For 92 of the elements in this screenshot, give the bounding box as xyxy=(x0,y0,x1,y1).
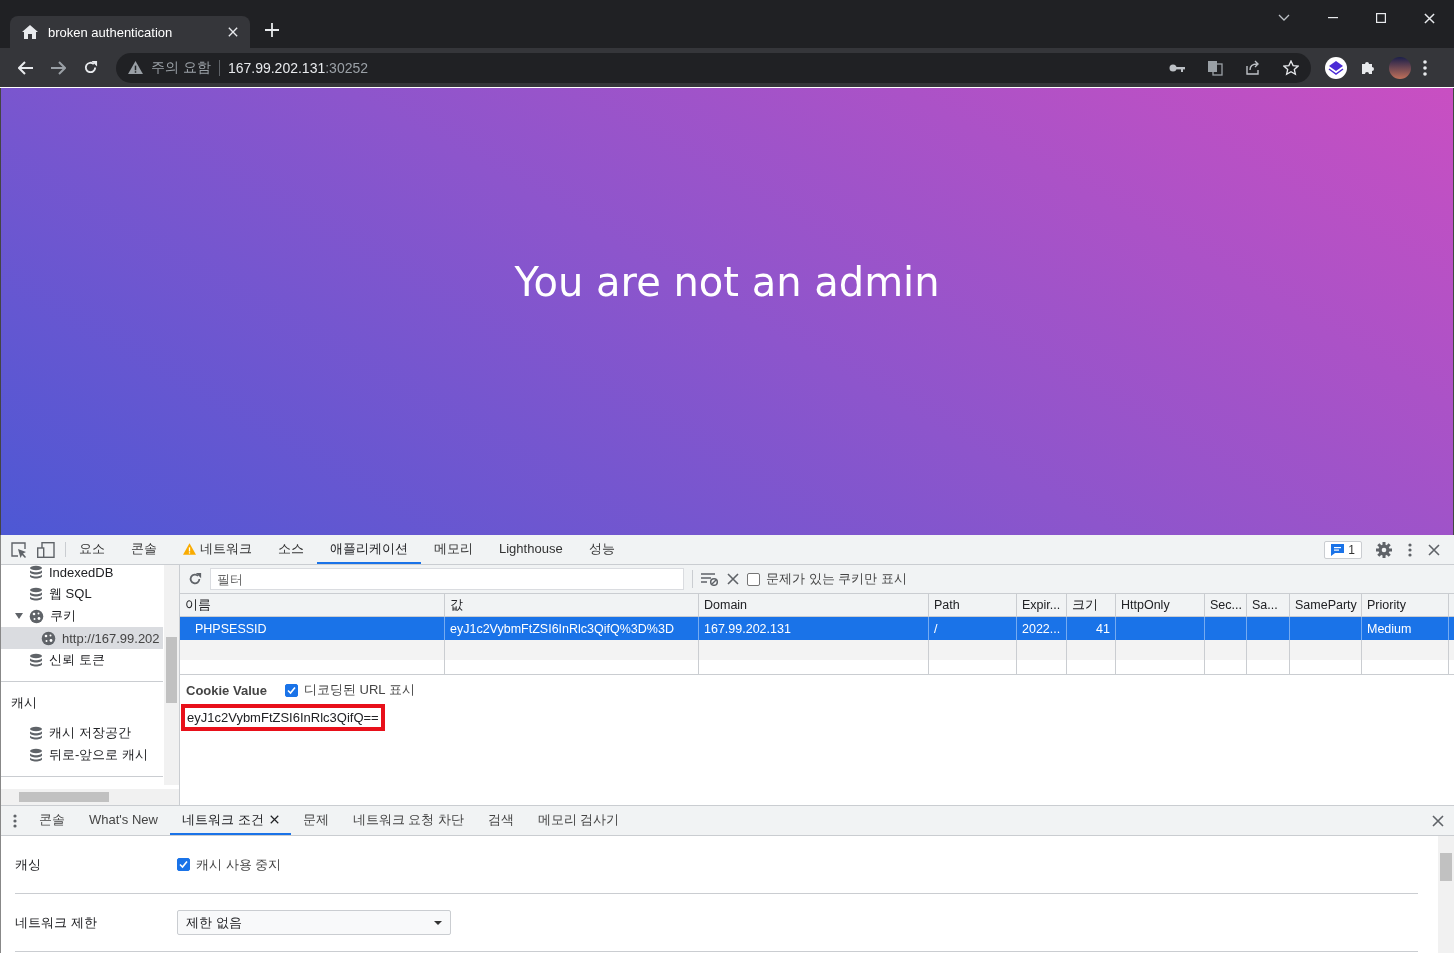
drawer-tab[interactable]: 메모리 검사기 xyxy=(525,806,632,835)
checkbox-label: 문제가 있는 쿠키만 표시 xyxy=(766,570,907,588)
database-icon xyxy=(29,653,43,667)
column-header[interactable]: Priority xyxy=(1362,594,1449,616)
caret-icon[interactable] xyxy=(15,613,23,619)
sidebar-item[interactable]: 뒤로-앞으로 캐시 xyxy=(1,744,163,766)
database-icon xyxy=(29,748,43,762)
browser-tab[interactable]: broken authentication xyxy=(10,16,250,48)
column-header[interactable]: Domain xyxy=(699,594,929,616)
translate-icon[interactable] xyxy=(1207,59,1223,76)
settings-icon[interactable] xyxy=(1376,541,1392,558)
more-icon[interactable] xyxy=(13,813,17,828)
key-icon[interactable] xyxy=(1169,62,1185,73)
drawer-tab[interactable]: 콘솔 xyxy=(27,806,77,835)
devtools-tab[interactable]: Lighthouse xyxy=(486,535,576,564)
column-header[interactable]: Path xyxy=(929,594,1017,616)
warning-icon[interactable] xyxy=(128,61,143,74)
checkbox-label: 디코딩된 URL 표시 xyxy=(303,681,415,699)
setting-label: 캐싱 xyxy=(15,855,42,874)
cookie-value: eyJ1c2VybmFtZSI6InRlc3QifQ== xyxy=(181,704,385,731)
column-header[interactable]: 크기 xyxy=(1067,594,1116,616)
share-icon[interactable] xyxy=(1245,60,1261,75)
devtools-tab[interactable]: 메모리 xyxy=(421,535,486,564)
checkbox[interactable] xyxy=(177,858,190,871)
panel-title: Cookie Value xyxy=(186,682,267,698)
column-header[interactable]: HttpOnly xyxy=(1116,594,1205,616)
extension-icon[interactable] xyxy=(1325,56,1347,79)
drawer-tab[interactable]: 문제 xyxy=(290,806,341,835)
page-heading: You are not an admin xyxy=(514,258,940,305)
message-icon xyxy=(1331,543,1345,556)
column-header[interactable]: SameParty xyxy=(1290,594,1362,616)
scrollbar[interactable] xyxy=(164,565,179,785)
home-icon xyxy=(22,25,38,39)
reload-icon[interactable] xyxy=(188,572,202,586)
more-icon[interactable] xyxy=(1423,59,1427,76)
table-row[interactable]: PHPSESSID eyJ1c2VybmFtZSI6InRlc3QifQ%3D%3D 167.99.202.131 / 2022... 41 Medium xyxy=(180,617,1454,640)
checkbox[interactable] xyxy=(284,683,298,697)
throttling-dropdown[interactable]: 제한 없음 xyxy=(177,910,451,935)
column-header[interactable]: Expir... xyxy=(1017,594,1067,616)
reload-icon[interactable] xyxy=(82,60,98,75)
scrollbar[interactable] xyxy=(1438,836,1454,953)
drawer-tab[interactable]: What's New xyxy=(77,806,170,835)
drawer-tab[interactable]: 네트워크 조건 xyxy=(169,806,291,835)
inspect-icon[interactable] xyxy=(11,541,27,558)
devtools-tab[interactable]: 소스 xyxy=(265,535,317,564)
close-icon[interactable] xyxy=(269,815,279,824)
clear-filter-icon[interactable] xyxy=(701,572,719,586)
forward-arrow-icon[interactable] xyxy=(50,60,66,75)
column-header[interactable]: 이름 xyxy=(180,594,445,616)
database-icon xyxy=(29,726,43,740)
database-icon xyxy=(29,565,43,579)
security-label: 주의 요함 xyxy=(151,58,211,77)
back-arrow-icon[interactable] xyxy=(18,60,34,75)
cookie-icon xyxy=(29,608,44,624)
chevron-down-icon[interactable] xyxy=(1278,14,1290,22)
column-header[interactable]: Sa... xyxy=(1247,594,1290,616)
sidebar-item[interactable]: 캐시 저장공간 xyxy=(1,722,163,744)
sidebar-item[interactable]: 웹 SQL xyxy=(1,583,163,605)
device-icon[interactable] xyxy=(37,541,55,558)
filter-field[interactable]: 필터 xyxy=(210,568,684,590)
clear-icon[interactable] xyxy=(727,573,739,585)
devtools-tab[interactable]: 네트워크 xyxy=(170,535,265,564)
issues-button[interactable]: 1 xyxy=(1324,540,1362,559)
warning-icon xyxy=(183,542,196,555)
plus-icon[interactable] xyxy=(265,23,279,37)
devtools-tab[interactable]: 콘솔 xyxy=(118,535,170,564)
setting-label: 네트워크 제한 xyxy=(15,913,98,932)
section-heading: 캐시 xyxy=(10,694,38,712)
scrollbar[interactable] xyxy=(1,789,179,805)
star-icon[interactable] xyxy=(1283,59,1299,76)
url-text: 167.99.202.131:30252 xyxy=(227,59,369,76)
tab-title: broken authentication xyxy=(48,24,174,40)
drawer-tab[interactable]: 검색 xyxy=(475,806,526,835)
column-header[interactable]: 값 xyxy=(445,594,699,616)
sidebar-item[interactable]: 신뢰 토큰 xyxy=(1,649,163,671)
sidebar-item[interactable]: http://167.99.202 xyxy=(1,627,163,649)
devtools-tab[interactable]: 성능 xyxy=(575,535,628,564)
minimize-icon[interactable] xyxy=(1328,17,1338,19)
cookie-icon xyxy=(41,630,56,646)
dropdown-arrow-icon xyxy=(434,920,442,925)
drawer-tab[interactable]: 네트워크 요청 차단 xyxy=(340,806,476,835)
maximize-icon[interactable] xyxy=(1376,13,1386,23)
more-icon[interactable] xyxy=(1408,542,1412,557)
sidebar-item[interactable]: 쿠키 xyxy=(1,605,163,627)
checkbox[interactable] xyxy=(747,572,760,586)
address-bar[interactable]: 주의 요함 167.99.202.131:30252 xyxy=(116,52,1311,83)
column-header[interactable]: Sec... xyxy=(1205,594,1247,616)
profile-avatar[interactable] xyxy=(1389,56,1411,79)
devtools-tab[interactable]: 요소 xyxy=(66,535,118,564)
sidebar-item[interactable]: IndexedDB xyxy=(1,565,163,583)
checkbox-label: 캐시 사용 중지 xyxy=(196,855,282,874)
database-icon xyxy=(29,587,43,601)
